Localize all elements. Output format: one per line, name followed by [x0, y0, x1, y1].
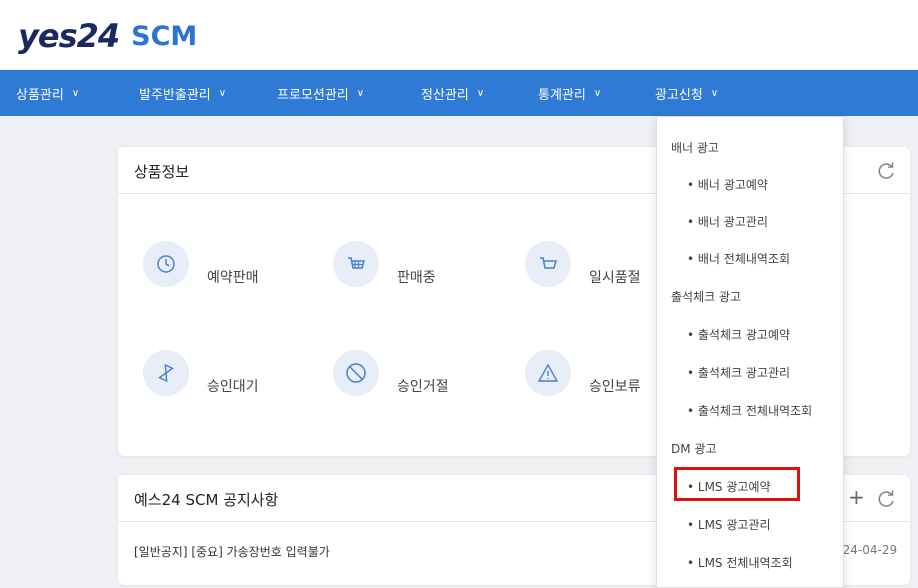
- warning-icon: [525, 350, 571, 396]
- cart-icon: [333, 241, 379, 287]
- menu-group-dm: DM 광고: [671, 442, 717, 456]
- notice-date: 024-04-29: [835, 543, 898, 557]
- status-label: 판매중: [397, 270, 436, 286]
- menu-item-banner-manage[interactable]: • 배너 광고관리: [687, 213, 768, 230]
- chevron-down-icon: ∨: [356, 87, 365, 99]
- menu-item-attendance-history[interactable]: • 출석체크 전체내역조회: [687, 402, 812, 419]
- status-label: 예약판매: [207, 270, 259, 286]
- menu-item-lms-reserve[interactable]: • LMS 광고예약: [687, 478, 771, 495]
- status-label: 승인보류: [589, 379, 641, 395]
- menu-item-lms-history[interactable]: • LMS 전체내역조회: [687, 554, 793, 571]
- nav-item-promotion[interactable]: 프로모션관리 ∨: [277, 70, 364, 116]
- logo-brand: yes24: [18, 17, 120, 55]
- clock-icon: [143, 241, 189, 287]
- chevron-down-icon: ∨: [593, 87, 602, 99]
- ad-request-dropdown: 배너 광고 • 배너 광고예약 • 배너 광고관리 • 배너 전체내역조회 출석…: [656, 116, 844, 588]
- menu-group-attendance: 출석체크 광고: [671, 290, 742, 304]
- nav-label: 통계관리: [538, 87, 586, 103]
- status-reserved-sale[interactable]: 예약판매: [143, 241, 259, 287]
- nav-label: 정산관리: [421, 87, 469, 103]
- menu-item-attendance-manage[interactable]: • 출석체크 광고관리: [687, 364, 790, 381]
- chevron-down-icon: ∨: [710, 87, 719, 99]
- status-approval-on-hold[interactable]: 승인보류: [525, 350, 641, 396]
- hourglass-icon: [143, 350, 189, 396]
- status-pending-approval[interactable]: 승인대기: [143, 350, 259, 396]
- nav-label: 상품관리: [16, 87, 64, 103]
- notice-link[interactable]: [일반공지] [중요] 가송장번호 입력불가: [134, 543, 330, 560]
- chevron-down-icon: ∨: [218, 87, 227, 99]
- nav-label: 프로모션관리: [277, 87, 349, 103]
- status-approval-rejected[interactable]: 승인거절: [333, 350, 449, 396]
- logo[interactable]: yes24 SCM: [18, 16, 197, 56]
- chevron-down-icon: ∨: [476, 87, 485, 99]
- main-navigation: 상품관리 ∨ 발주반출관리 ∨ 프로모션관리 ∨ 정산관리 ∨ 통계관리 ∨ 광…: [0, 70, 918, 116]
- menu-item-banner-reserve[interactable]: • 배너 광고예약: [687, 176, 768, 193]
- status-label: 승인거절: [397, 379, 449, 395]
- card-title: 상품정보: [134, 163, 190, 181]
- menu-item-attendance-reserve[interactable]: • 출석체크 광고예약: [687, 326, 790, 343]
- menu-group-banner: 배너 광고: [671, 141, 719, 155]
- add-icon[interactable]: +: [848, 485, 865, 509]
- nav-label: 발주반출관리: [139, 87, 211, 103]
- nav-item-orders[interactable]: 발주반출관리 ∨: [139, 70, 226, 116]
- status-temp-out-of-stock[interactable]: 일시품절: [525, 241, 641, 287]
- chevron-down-icon: ∨: [71, 87, 80, 99]
- nav-item-statistics[interactable]: 통계관리 ∨: [538, 70, 601, 116]
- menu-item-lms-manage[interactable]: • LMS 광고관리: [687, 516, 771, 533]
- menu-item-banner-history[interactable]: • 배너 전체내역조회: [687, 250, 790, 267]
- cart-empty-icon: [525, 241, 571, 287]
- nav-item-ad-request[interactable]: 광고신청 ∨: [655, 70, 718, 116]
- top-header: yes24 SCM: [0, 0, 918, 71]
- card-title: 예스24 SCM 공지사항: [134, 491, 279, 509]
- status-on-sale[interactable]: 판매중: [333, 241, 436, 287]
- refresh-icon[interactable]: [876, 489, 896, 509]
- status-label: 일시품절: [589, 270, 641, 286]
- nav-item-settlement[interactable]: 정산관리 ∨: [421, 70, 484, 116]
- status-label: 승인대기: [207, 379, 259, 395]
- ban-icon: [333, 350, 379, 396]
- nav-item-product[interactable]: 상품관리 ∨: [16, 70, 79, 116]
- logo-product: SCM: [131, 20, 198, 52]
- refresh-icon[interactable]: [876, 161, 896, 181]
- nav-label: 광고신청: [655, 87, 703, 103]
